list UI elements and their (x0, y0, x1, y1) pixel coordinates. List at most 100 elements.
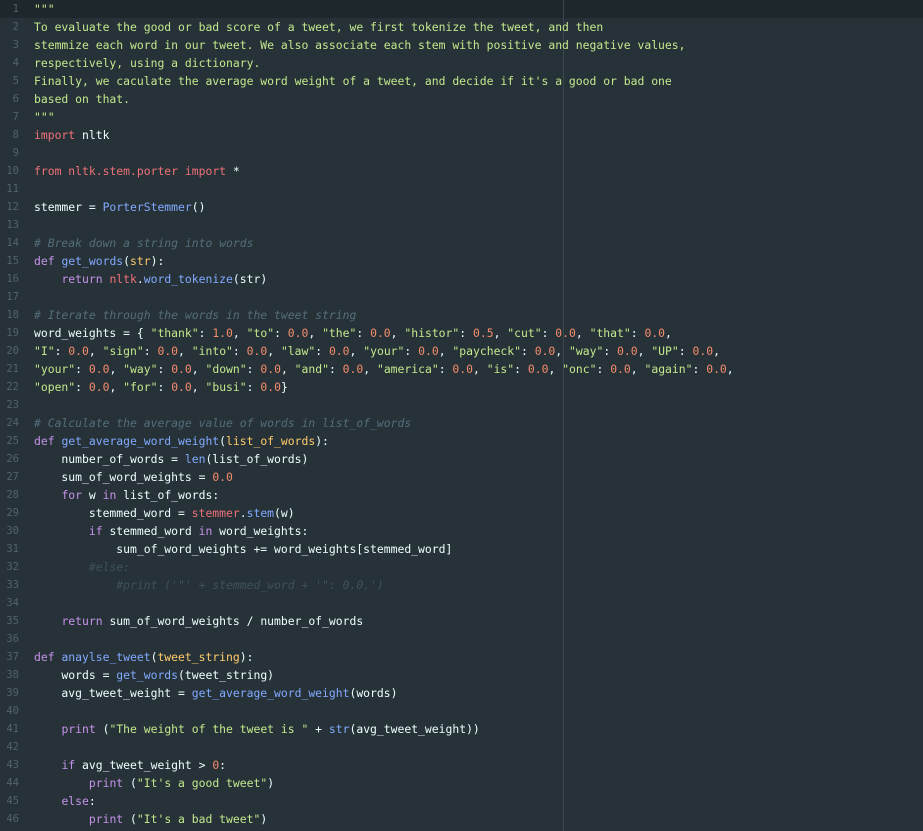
code-token: print (88, 776, 124, 790)
code-token: , (713, 344, 720, 358)
code-token: def (34, 650, 55, 664)
code-token: + (308, 722, 329, 736)
code-token: def (34, 254, 55, 268)
code-token: "to" (246, 326, 275, 340)
code-token: print (88, 812, 124, 826)
code-token: , (363, 362, 377, 376)
line-number: 35 (6, 615, 19, 627)
line-code: print ("The weight of the tweet is " + s… (34, 720, 480, 738)
line-number: 26 (6, 453, 19, 465)
line-number: 28 (6, 489, 19, 501)
code-token: "open" (34, 380, 76, 394)
line-code: if avg_tweet_weight > 0: (34, 756, 226, 774)
line-number: 3 (12, 39, 19, 51)
code-token: return (61, 272, 103, 286)
code-token: , (191, 380, 206, 394)
line-number: 20 (6, 345, 19, 357)
code-token: "for" (123, 380, 158, 394)
code-token: if (88, 524, 103, 538)
code-token: : (232, 344, 247, 358)
line-number: 7 (12, 111, 19, 123)
code-token: stemmer (191, 506, 240, 520)
line-code: import nltk (34, 126, 109, 144)
line-code: To evaluate the good or bad score of a t… (34, 18, 603, 36)
code-token: number_of_words = (34, 452, 185, 466)
line-code: else: (34, 792, 95, 810)
line-number: 29 (6, 507, 19, 519)
code-token: 0.0 (171, 362, 192, 376)
line-number: 38 (6, 669, 19, 681)
code-token: : (328, 362, 343, 376)
code-token: def (34, 434, 55, 448)
line-number: 46 (6, 813, 19, 825)
code-token: get_average_word_weight (191, 686, 350, 700)
column-ruler (563, 0, 564, 831)
code-token: 0.0 (534, 344, 556, 358)
code-token: : (438, 362, 453, 376)
line-number: 1 (12, 3, 19, 15)
line-code: return nltk.word_tokenize(str) (34, 270, 267, 288)
code-token: : (603, 344, 618, 358)
code-token: get_words (61, 254, 124, 268)
line-number: 25 (6, 435, 19, 447)
code-token: w (82, 488, 103, 502)
code-token: in (198, 524, 213, 538)
code-token: : (315, 344, 329, 358)
code-token: ( (123, 812, 137, 826)
code-token: "It's a good tweet" (136, 776, 268, 790)
code-token: : (521, 344, 535, 358)
line-number: 21 (6, 363, 19, 375)
code-token: : (596, 362, 611, 376)
code-token: 0.0 (287, 326, 309, 340)
code-token: 0.0 (644, 326, 666, 340)
line-number: 14 (6, 237, 19, 249)
line-code: avg_tweet_weight = get_average_word_weig… (34, 684, 397, 702)
code-token: : (692, 362, 707, 376)
code-token: stemmer = (34, 200, 103, 214)
code-token: , (390, 326, 405, 340)
code-token: , (109, 362, 124, 376)
code-token: , (438, 344, 453, 358)
code-token: "onc" (562, 362, 597, 376)
line-number: 10 (6, 165, 19, 177)
code-token: # Break down a string into words (34, 236, 254, 250)
code-token: , (473, 362, 487, 376)
code-token: : (157, 362, 172, 376)
code-editor[interactable]: 1 """ 2 To evaluate the good or bad score o… (0, 0, 923, 831)
line-number: 8 (12, 129, 19, 141)
code-token: (avg_tweet_weight)) (349, 722, 480, 736)
line-number: 23 (6, 399, 19, 411)
code-token: based on that. (34, 92, 131, 106)
code-token: stem (246, 506, 275, 520)
code-token: : (75, 362, 89, 376)
code-token: , (109, 380, 124, 394)
code-token: , (575, 326, 590, 340)
code-token: respectively, using a dictionary. (34, 56, 261, 70)
code-token: else (61, 794, 89, 808)
code-token: : (630, 326, 645, 340)
code-token: """ (34, 2, 55, 16)
line-number: 40 (6, 705, 19, 717)
code-token: ) (267, 776, 275, 790)
code-token: # Calculate the average value of words i… (34, 416, 412, 430)
line-number: 15 (6, 255, 19, 267)
code-token: get_words (116, 668, 179, 682)
code-token: import (34, 128, 76, 142)
code-token: : (678, 344, 693, 358)
code-token: "your" (34, 362, 76, 376)
code-token: "your" (363, 344, 405, 358)
code-token: list_of_words: (116, 488, 220, 502)
code-token: avg_tweet_weight = (34, 686, 192, 700)
code-token: nltk.stem.porter (68, 164, 179, 178)
code-token: * (226, 164, 240, 178)
code-token: 0.0 (171, 380, 192, 394)
code-token: 0.0 (610, 362, 631, 376)
line-number: 18 (6, 309, 19, 321)
line-number: 19 (6, 327, 19, 339)
code-token: """ (34, 110, 55, 124)
code-token: 0.0 (370, 326, 391, 340)
